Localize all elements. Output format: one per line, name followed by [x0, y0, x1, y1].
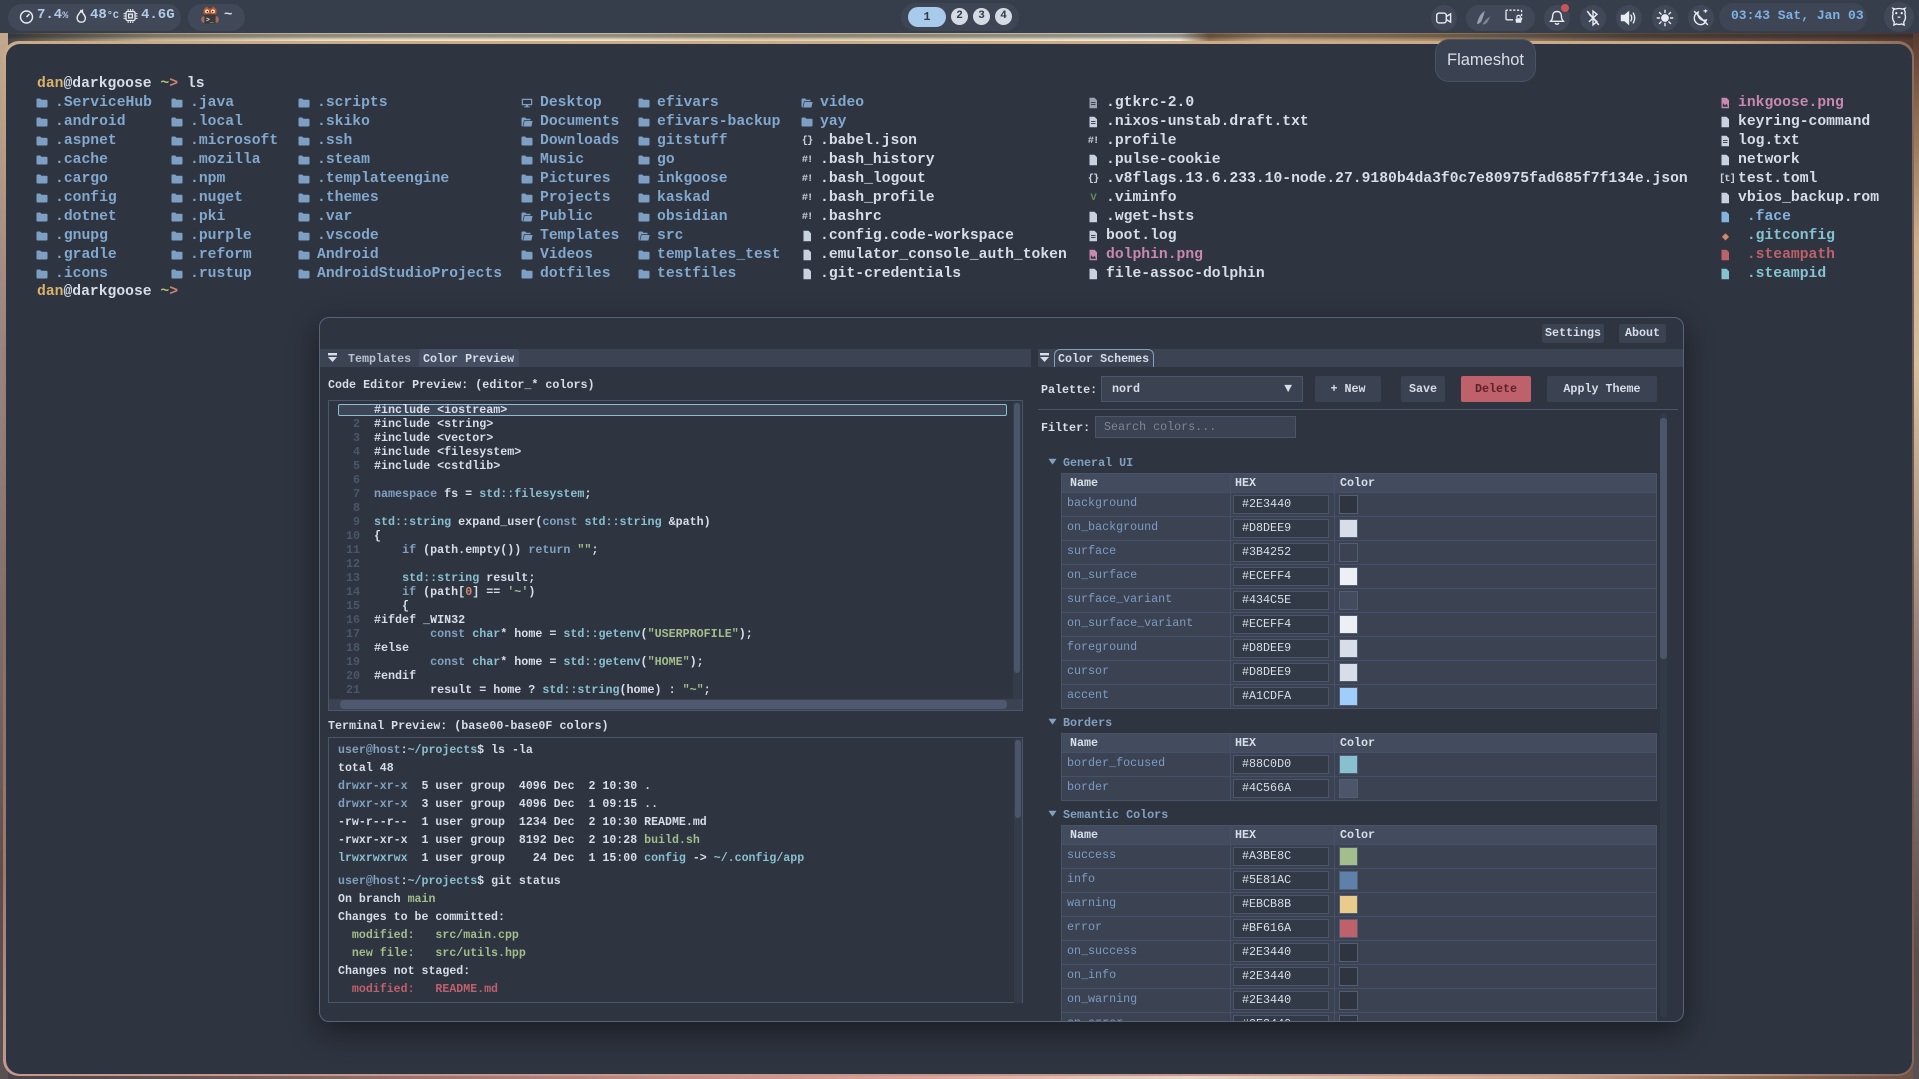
- svg-text:>_: >_: [206, 16, 214, 23]
